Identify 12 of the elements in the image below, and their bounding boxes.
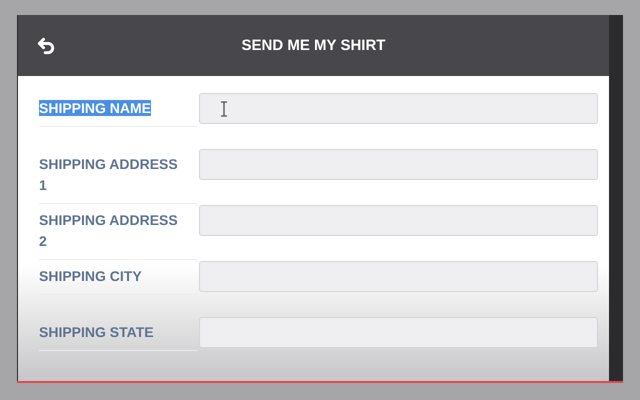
dialog-title: SEND ME MY SHIRT xyxy=(242,37,386,54)
field-label: SHIPPING ADDRESS 1 xyxy=(39,156,178,193)
text-field[interactable] xyxy=(199,93,598,124)
text-field[interactable] xyxy=(199,149,598,180)
text-field[interactable] xyxy=(199,317,598,348)
text-field[interactable] xyxy=(199,205,598,236)
field-label: SHIPPING STATE xyxy=(39,324,154,340)
field-label: SHIPPING ADDRESS 2 xyxy=(39,212,178,249)
field-label: SHIPPING CITY xyxy=(39,268,142,284)
field-label: SHIPPING NAME xyxy=(39,100,152,116)
back-icon[interactable] xyxy=(36,36,56,56)
text-field[interactable] xyxy=(199,261,598,292)
